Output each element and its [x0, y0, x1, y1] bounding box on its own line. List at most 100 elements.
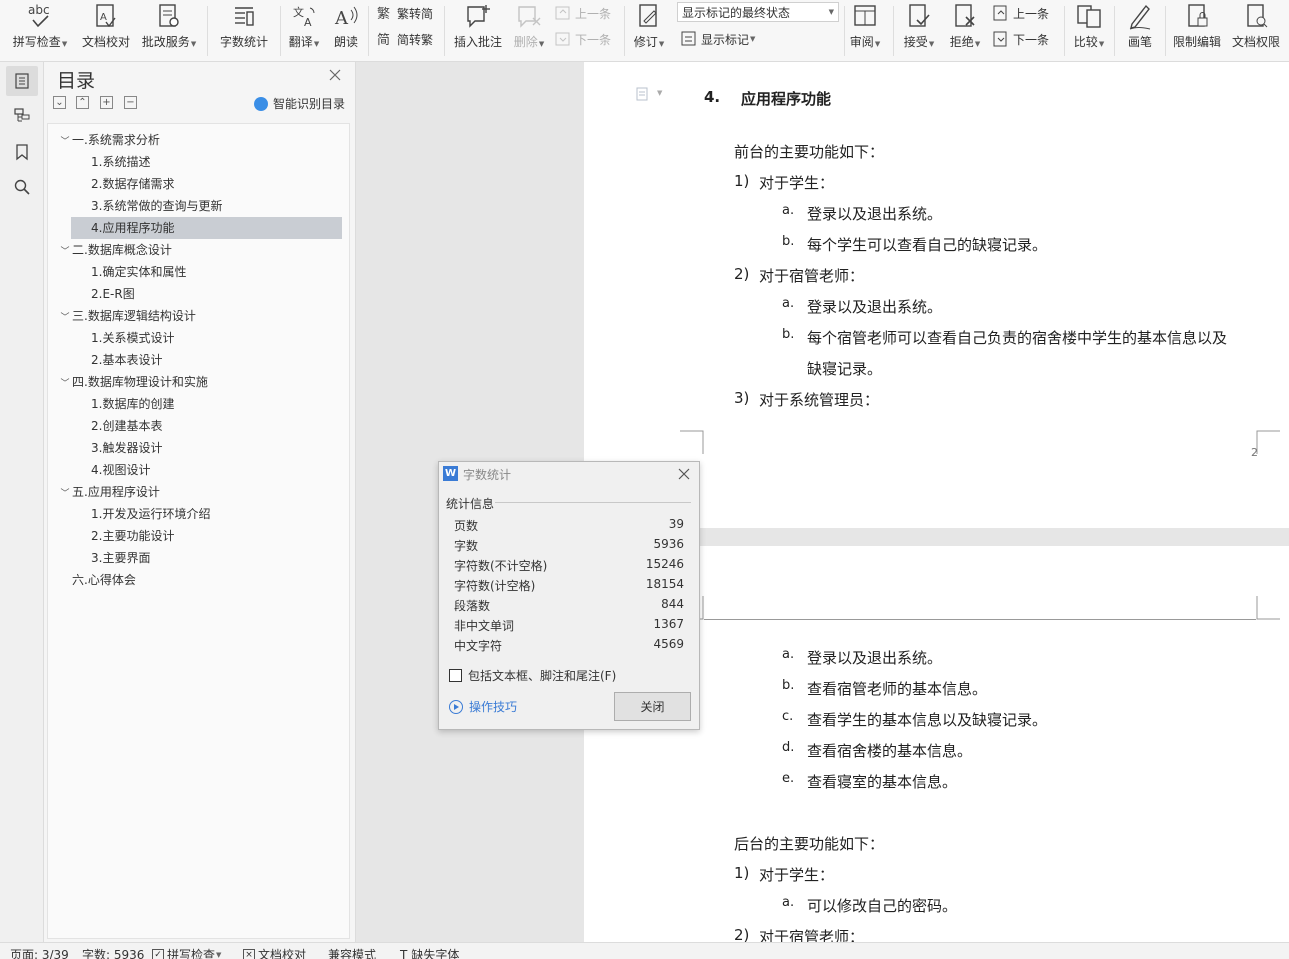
stat-label: 中文字符	[454, 639, 503, 653]
list-marker: 1)	[734, 172, 750, 190]
word-indicator[interactable]: 字数: 5936	[82, 946, 144, 959]
toc-item[interactable]: ﹀ 五.应用程序设计	[58, 481, 338, 503]
toc-pane-button[interactable]	[6, 66, 38, 96]
close-button[interactable]: 关闭	[614, 692, 691, 721]
toc-item[interactable]: 4.视图设计	[71, 459, 342, 481]
toc-item[interactable]: 2.创建基本表	[71, 415, 342, 437]
review-button[interactable]: 审阅▼	[847, 0, 883, 62]
toc-item-label: 1.确定实体和属性	[91, 265, 187, 279]
page-number: 2	[1251, 446, 1258, 459]
stat-value: 18154	[645, 577, 684, 591]
next-change-button[interactable]: 下一条	[992, 28, 1049, 50]
annotate-service-button[interactable]: 批改服务▼	[138, 0, 200, 62]
toc-item[interactable]: ﹀ 二.数据库概念设计	[58, 239, 338, 261]
stat-row: 非中文单词 1367	[454, 615, 684, 635]
play-circle-icon	[449, 699, 463, 714]
remove-level-icon[interactable]: −	[124, 96, 137, 109]
divider	[844, 6, 845, 56]
toc-item[interactable]: ﹀ 一.系统需求分析	[58, 129, 338, 151]
word-count-button[interactable]: 字数统计	[214, 0, 274, 62]
status-doc-proof[interactable]: × 文档校对	[243, 946, 306, 959]
toc-item[interactable]: 1.关系模式设计	[71, 327, 342, 349]
toc-item[interactable]: 4.应用程序功能	[71, 217, 342, 239]
divider	[1114, 6, 1115, 56]
section-nav-button[interactable]	[6, 101, 38, 131]
next-comment-label: 下一条	[575, 32, 612, 47]
doc-proof-button[interactable]: A 文档校对	[78, 0, 134, 62]
delete-comment-button[interactable]: 删除▼	[510, 0, 548, 62]
paragraph-line: 每个学生可以查看自己的缺寝记录。	[807, 236, 1048, 254]
compat-mode: 兼容模式	[328, 948, 377, 959]
markup-state-select[interactable]: 显示标记的最终状态 ▼	[677, 2, 839, 22]
spell-check-icon: abc	[28, 3, 50, 28]
doc-permission-button[interactable]: 文档权限	[1229, 0, 1283, 62]
chevron-down-icon[interactable]: ﹀	[58, 241, 72, 263]
missing-font-indicator[interactable]: T 缺失字体	[400, 946, 459, 959]
accept-button[interactable]: 接受▼	[900, 0, 938, 62]
collapse-all-icon[interactable]: ⌄	[53, 96, 66, 109]
lock-document-icon	[1188, 4, 1208, 27]
bookmark-button[interactable]	[6, 137, 38, 167]
next-comment-button[interactable]: 下一条	[554, 28, 611, 50]
toc-item[interactable]: ﹀ 三.数据库逻辑结构设计	[58, 305, 338, 327]
margin-corner	[1256, 430, 1280, 454]
paragraph-line: 对于学生：	[759, 174, 835, 192]
list-marker: e.	[782, 771, 795, 786]
toc-item[interactable]: 2.基本表设计	[71, 349, 342, 371]
search-button[interactable]	[6, 172, 38, 202]
toc-item[interactable]: 2.主要功能设计	[71, 525, 342, 547]
toc-item[interactable]: 1.开发及运行环境介绍	[71, 503, 342, 525]
reject-button[interactable]: 拒绝▼	[946, 0, 984, 62]
chevron-down-icon[interactable]: ﹀	[58, 483, 72, 505]
prev-change-icon	[993, 5, 1007, 21]
insert-comment-button[interactable]: 插入批注	[450, 0, 506, 62]
paragraph-icon[interactable]	[635, 87, 649, 101]
wps-writer-icon: W	[443, 466, 458, 481]
toc-item[interactable]: 1.系统描述	[71, 151, 342, 173]
toc-item[interactable]: 3.系统常做的查询与更新	[71, 195, 342, 217]
revise-button[interactable]: 修订▼	[629, 0, 669, 62]
toc-item[interactable]: 1.确定实体和属性	[71, 261, 342, 283]
stat-row: 字数 5936	[454, 535, 684, 555]
close-icon[interactable]	[677, 467, 691, 481]
list-marker: b.	[782, 678, 795, 693]
simp-to-trad-button[interactable]: 简 简转繁	[376, 28, 433, 50]
expand-up-icon[interactable]: ⌃	[76, 96, 89, 109]
compare-button[interactable]: 比较▼	[1070, 0, 1108, 62]
toc-item[interactable]: ﹀ 四.数据库物理设计和实施	[58, 371, 338, 393]
toc-item[interactable]: 2.数据存储需求	[71, 173, 342, 195]
chevron-down-icon[interactable]: ﹀	[58, 373, 72, 395]
toc-item[interactable]: 3.触发器设计	[71, 437, 342, 459]
chevron-down-icon[interactable]: ﹀	[58, 307, 72, 329]
pen-button[interactable]: 画笔	[1122, 0, 1158, 62]
restrict-edit-button[interactable]: 限制编辑	[1170, 0, 1224, 62]
heading-text: 应用程序功能	[741, 90, 832, 108]
toc-item[interactable]: 3.主要界面	[71, 547, 342, 569]
toc-item-label: 三.数据库逻辑结构设计	[72, 309, 196, 323]
smart-toc-button[interactable]: 智能识别目录	[254, 95, 345, 112]
toc-item[interactable]: 六.心得体会	[58, 569, 338, 591]
trad-to-simp-button[interactable]: 繁 繁转简	[376, 2, 433, 24]
prev-change-button[interactable]: 上一条	[992, 2, 1049, 24]
page-indicator[interactable]: 页面: 3/39	[10, 946, 69, 959]
outline-icon	[14, 108, 30, 122]
toc-item[interactable]: 2.E-R图	[71, 283, 342, 305]
paragraph-line: 登录以及退出系统。	[807, 649, 943, 667]
reject-icon	[955, 4, 975, 27]
prev-comment-button[interactable]: 上一条	[554, 2, 611, 24]
close-icon[interactable]	[328, 68, 342, 82]
svg-text:A: A	[334, 8, 349, 29]
read-aloud-button[interactable]: A 朗读	[330, 0, 362, 62]
include-textbox-checkbox[interactable]: 包括文本框、脚注和尾注(F)	[449, 667, 616, 684]
chevron-down-icon[interactable]: ﹀	[58, 131, 72, 153]
toc-item[interactable]: 1.数据库的创建	[71, 393, 342, 415]
dialog-titlebar[interactable]: W 字数统计	[439, 462, 699, 486]
reject-label: 拒绝	[949, 35, 974, 49]
translate-button[interactable]: 文A 翻译▼	[286, 0, 322, 62]
show-markup-button[interactable]: 显示标记 ▼	[680, 28, 755, 50]
status-spell-check[interactable]: ✓ 拼写检查 ▼	[152, 946, 221, 959]
list-marker: a.	[782, 203, 795, 218]
spell-check-button[interactable]: abc 拼写检查▼	[8, 0, 72, 62]
tips-link[interactable]: 操作技巧	[449, 698, 517, 715]
add-level-icon[interactable]: +	[100, 96, 113, 109]
